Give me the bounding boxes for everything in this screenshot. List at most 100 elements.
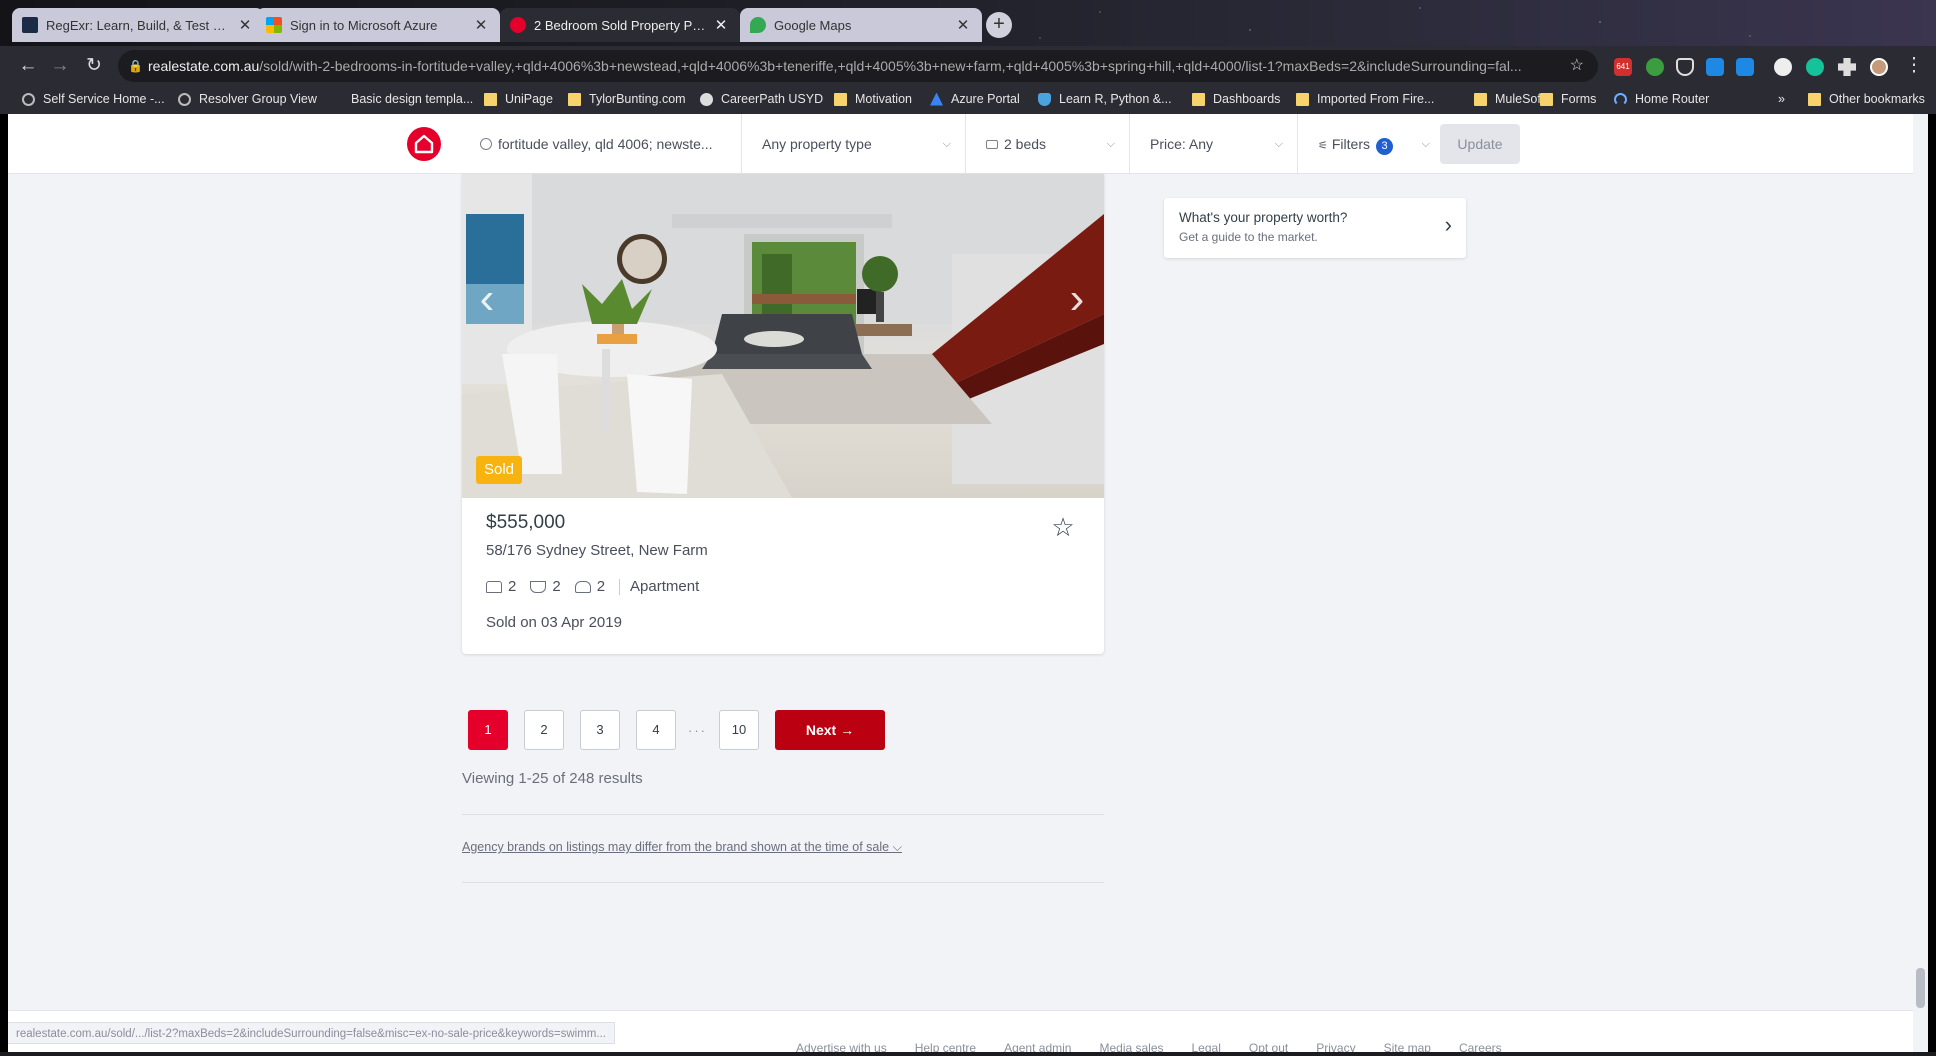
bookmarks-overflow-button[interactable]: » xyxy=(1778,92,1785,106)
bookmark-label: Imported From Fire... xyxy=(1317,92,1435,106)
page-button-2[interactable]: 2 xyxy=(524,710,564,750)
listing-address[interactable]: 58/176 Sydney Street, New Farm xyxy=(486,542,708,559)
tab-title: 2 Bedroom Sold Property Prices xyxy=(534,17,706,33)
evernote-extension-icon[interactable] xyxy=(1646,58,1664,76)
carousel-next-icon[interactable]: › xyxy=(1062,274,1092,324)
sold-badge: Sold xyxy=(476,456,523,484)
bookmark-item[interactable]: Forms xyxy=(1540,92,1596,106)
carousel-prev-icon[interactable]: ‹ xyxy=(472,274,502,324)
price-select[interactable]: Price: Any ⌵ xyxy=(1130,114,1298,174)
bookmark-blank-icon xyxy=(330,93,343,106)
next-page-button[interactable]: Next → xyxy=(775,710,885,750)
chevron-down-icon: ⌵ xyxy=(1106,138,1115,150)
update-button[interactable]: Update xyxy=(1440,124,1520,164)
profile-avatar[interactable] xyxy=(1870,58,1888,76)
browser-tab-regexr[interactable]: RegExr: Learn, Build, & Test RegE ✕ xyxy=(12,8,264,42)
chevron-right-icon: › xyxy=(1444,212,1452,237)
bathrooms-count: 2 xyxy=(552,578,561,595)
link-hover-status: realestate.com.au/sold/.../list-2?maxBed… xyxy=(8,1022,615,1044)
bookmark-item[interactable]: Azure Portal xyxy=(930,92,1020,106)
grammarly-extension-icon[interactable] xyxy=(1806,58,1824,76)
page-button-last[interactable]: 10 xyxy=(719,710,759,750)
other-bookmarks[interactable]: Other bookmarks xyxy=(1808,92,1925,106)
globe-icon xyxy=(700,92,713,106)
pagination-ellipsis: ··· xyxy=(688,722,707,738)
bookmark-item[interactable]: Resolver Group View xyxy=(178,92,317,106)
bookmark-item[interactable]: TylorBunting.com xyxy=(568,92,686,106)
listing-photo[interactable]: ‹ › Sold xyxy=(462,174,1104,498)
listing-card[interactable]: ‹ › Sold $555,000 58/176 Sydney Street, … xyxy=(462,174,1104,654)
bookmark-item[interactable]: CareerPath USYD xyxy=(700,92,823,106)
close-tab-icon[interactable]: ✕ xyxy=(954,16,972,34)
microsoft-favicon-icon xyxy=(266,17,282,33)
extension-badge-icon[interactable]: 641 xyxy=(1614,58,1632,76)
close-tab-icon[interactable]: ✕ xyxy=(712,16,730,34)
chevron-down-icon: ⌵ xyxy=(942,138,951,150)
new-tab-button[interactable]: + xyxy=(986,12,1012,38)
bookmark-item[interactable]: UniPage xyxy=(484,92,553,106)
filters-label: Filters xyxy=(1331,136,1370,152)
bookmark-circle-icon xyxy=(178,92,191,106)
extensions-puzzle-icon[interactable] xyxy=(1838,58,1856,76)
pocket-extension-icon[interactable] xyxy=(1676,58,1694,76)
results-count: Viewing 1-25 of 248 results xyxy=(462,770,643,787)
house-logo-icon xyxy=(414,134,434,154)
scrollbar-thumb[interactable] xyxy=(1916,968,1925,1008)
car-icon xyxy=(574,580,591,593)
bookmark-label: Forms xyxy=(1561,92,1597,106)
circle-extension-icon[interactable] xyxy=(1774,58,1792,76)
property-type: Apartment xyxy=(630,578,700,595)
property-type-select[interactable]: Any property type ⌵ xyxy=(742,114,966,174)
close-tab-icon[interactable]: ✕ xyxy=(472,16,490,34)
divider xyxy=(462,814,1104,815)
browser-toolbar: ← → ↻ 🔒 realestate.com.au/sold/with-2-be… xyxy=(0,46,1936,86)
folder-icon xyxy=(834,92,847,106)
reload-button[interactable]: ↻ xyxy=(80,52,108,80)
browser-menu-icon[interactable]: ⋮ xyxy=(1900,52,1928,80)
bookmark-label: CareerPath USYD xyxy=(721,92,824,106)
bookmark-item[interactable]: Learn R, Python &... xyxy=(1038,92,1172,106)
bookmark-star-icon[interactable]: ☆ xyxy=(1570,50,1584,82)
windows-extension-icon[interactable] xyxy=(1706,58,1724,76)
wifi-icon xyxy=(1614,92,1627,106)
bookmark-item[interactable]: Basic design templa... xyxy=(330,92,473,106)
listing-features: 2 2 2 Apartment xyxy=(486,578,699,595)
bath-icon xyxy=(530,580,547,593)
location-search-input[interactable]: fortitude valley, qld 4006; newste... xyxy=(460,114,742,174)
trello-extension-icon[interactable] xyxy=(1736,58,1754,76)
property-worth-card[interactable]: What's your property worth? Get a guide … xyxy=(1164,198,1466,258)
property-worth-title: What's your property worth? xyxy=(1179,210,1348,225)
browser-tabstrip: RegExr: Learn, Build, & Test RegE ✕ Sign… xyxy=(0,0,1936,46)
url-host: realestate.com.au xyxy=(148,58,260,74)
forward-button[interactable]: → xyxy=(46,52,74,80)
page-button-3[interactable]: 3 xyxy=(580,710,620,750)
bookmark-item[interactable]: Dashboards xyxy=(1192,92,1280,106)
favourite-star-icon[interactable]: ☆ xyxy=(1048,512,1078,542)
bookmark-label: MuleSoft xyxy=(1495,92,1545,106)
divider xyxy=(462,882,1104,883)
agency-brands-disclaimer[interactable]: Agency brands on listings may differ fro… xyxy=(462,840,902,855)
browser-tab-realestate[interactable]: 2 Bedroom Sold Property Prices ✕ xyxy=(500,8,740,42)
address-bar[interactable]: 🔒 realestate.com.au/sold/with-2-bedrooms… xyxy=(118,50,1598,82)
browser-tab-google-maps[interactable]: Google Maps ✕ xyxy=(740,8,982,42)
back-button[interactable]: ← xyxy=(14,52,42,80)
bookmark-item[interactable]: Motivation xyxy=(834,92,912,106)
url-path: /sold/with-2-bedrooms-in-fortitude+valle… xyxy=(259,58,1522,74)
bookmark-item[interactable]: MuleSoft xyxy=(1474,92,1544,106)
bookmark-item[interactable]: Self Service Home -... xyxy=(22,92,165,106)
filters-button[interactable]: ⚟ Filters 3 ⌵ xyxy=(1298,114,1430,174)
filters-count-badge: 3 xyxy=(1376,138,1393,155)
page-scrollbar[interactable] xyxy=(1913,114,1928,1056)
bookmark-circle-icon xyxy=(22,92,35,106)
browser-tab-azure[interactable]: Sign in to Microsoft Azure ✕ xyxy=(256,8,500,42)
page-button-1[interactable]: 1 xyxy=(468,710,508,750)
tab-title: Google Maps xyxy=(774,17,852,33)
bookmark-item[interactable]: Home Router xyxy=(1614,92,1709,106)
close-tab-icon[interactable]: ✕ xyxy=(236,16,254,34)
beds-select[interactable]: 2 beds ⌵ xyxy=(966,114,1130,174)
tab-title: RegExr: Learn, Build, & Test RegE xyxy=(46,17,230,33)
bookmark-item[interactable]: Imported From Fire... xyxy=(1296,92,1434,106)
site-search-bar: fortitude valley, qld 4006; newste... An… xyxy=(8,114,1928,174)
page-button-4[interactable]: 4 xyxy=(636,710,676,750)
realestate-logo[interactable] xyxy=(407,127,441,161)
